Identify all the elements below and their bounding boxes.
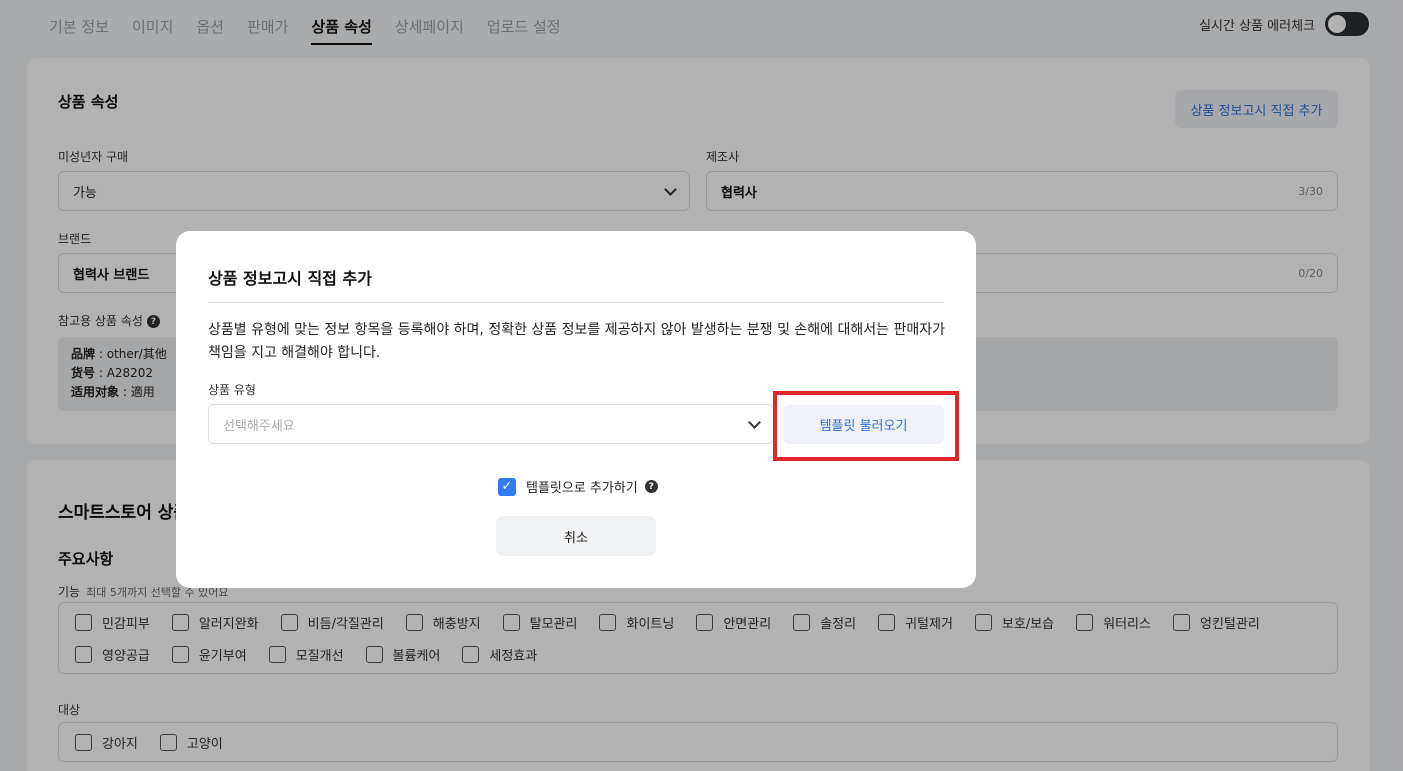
chevron-down-icon bbox=[748, 415, 761, 429]
highlight-box bbox=[773, 391, 959, 461]
help-icon[interactable]: ? bbox=[644, 480, 658, 493]
modal-divider bbox=[208, 302, 944, 303]
add-as-template-label: 템플릿으로 추가하기 bbox=[526, 481, 638, 496]
add-as-template-checkbox[interactable]: ✓ 템플릿으로 추가하기 ? bbox=[498, 477, 658, 496]
add-notice-modal: 상품 정보고시 직접 추가 상품별 유형에 맞는 정보 항목을 등록해야 하며,… bbox=[176, 231, 976, 588]
cancel-button[interactable]: 취소 bbox=[496, 516, 656, 556]
product-type-placeholder: 선택해주세요 bbox=[223, 418, 295, 434]
checkmark-icon[interactable]: ✓ bbox=[498, 477, 516, 496]
modal-title: 상품 정보고시 직접 추가 bbox=[208, 269, 372, 288]
modal-description: 상품별 유형에 맞는 정보 항목을 등록해야 하며, 정확한 상품 정보를 제공… bbox=[208, 322, 945, 361]
product-type-label: 상품 유형 bbox=[208, 383, 256, 397]
product-type-select[interactable]: 선택해주세요 bbox=[208, 404, 774, 444]
